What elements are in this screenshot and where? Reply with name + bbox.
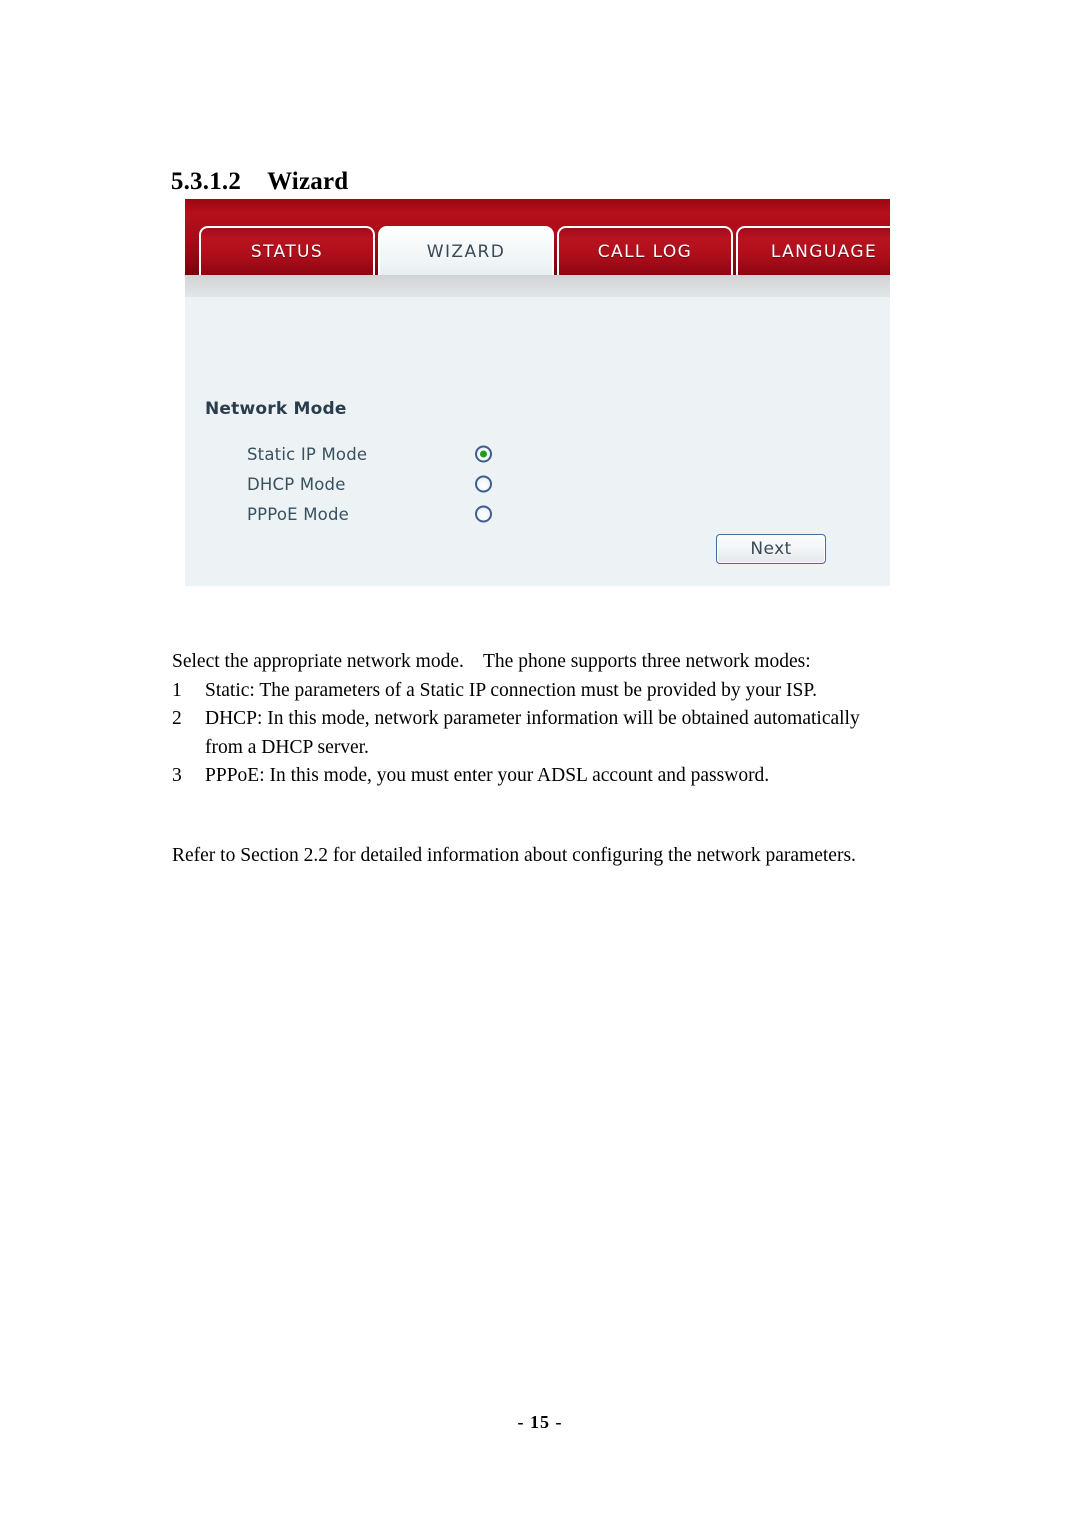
section-title: Wizard [267, 168, 349, 195]
closing-paragraph: Refer to Section 2.2 for detailed inform… [172, 844, 856, 866]
radio-selected-dot-icon [480, 450, 487, 458]
lead-paragraph: Select the appropriate network mode. The… [172, 651, 811, 672]
tab-wizard[interactable]: WIZARD [378, 226, 554, 275]
page-title: 5.3.1.2 Wizard [158, 140, 348, 196]
list-item-text: PPPoE: In this mode, you must enter your… [205, 765, 770, 786]
tab-status[interactable]: STATUS [199, 226, 375, 275]
list-item-marker: 2 [172, 708, 182, 729]
wizard-form-panel: Network Mode Static IP Mode DHCP Mode PP… [185, 297, 890, 586]
option-dhcp-mode-label: DHCP Mode [247, 474, 346, 494]
list-item-marker: 3 [172, 765, 182, 786]
list-item-text: Static: The parameters of a Static IP co… [205, 679, 817, 701]
next-button[interactable]: Next [716, 534, 826, 564]
radio-pppoe-mode[interactable] [475, 505, 492, 523]
next-button-label: Next [750, 539, 792, 559]
option-static-ip-mode[interactable]: Static IP Mode [247, 441, 607, 467]
tab-list: STATUS WIZARD CALL LOG LANGUAGE [185, 226, 890, 275]
tab-call-log-label: CALL LOG [597, 241, 693, 262]
list-item-marker: 1 [172, 679, 182, 701]
list-item: 2 DHCP: In this mode, network parameter … [172, 705, 890, 762]
radio-dhcp-mode[interactable] [475, 475, 492, 493]
list-item: 3 PPPoE: In this mode, you must enter yo… [172, 762, 890, 791]
network-mode-heading: Network Mode [205, 399, 347, 419]
option-pppoe-mode-label: PPPoE Mode [247, 504, 349, 524]
option-pppoe-mode[interactable]: PPPoE Mode [247, 501, 607, 527]
tab-bar: STATUS WIZARD CALL LOG LANGUAGE [185, 199, 890, 275]
network-modes-list: 1 Static: The parameters of a Static IP … [172, 677, 890, 791]
tab-status-label: STATUS [250, 241, 324, 262]
option-static-ip-mode-label: Static IP Mode [247, 444, 368, 464]
device-web-ui-screenshot: STATUS WIZARD CALL LOG LANGUAGE Network … [185, 199, 890, 586]
tab-language[interactable]: LANGUAGE [736, 226, 890, 275]
tab-language-label: LANGUAGE [770, 241, 878, 262]
list-item: 1 Static: The parameters of a Static IP … [172, 677, 890, 706]
option-dhcp-mode[interactable]: DHCP Mode [247, 471, 607, 497]
tab-call-log[interactable]: CALL LOG [557, 226, 733, 275]
page-number-footer: - 15 - [517, 1412, 563, 1432]
list-item-text: DHCP: In this mode, network parameter in… [205, 708, 860, 758]
radio-static-ip-mode[interactable] [475, 445, 492, 463]
tab-bar-underline [185, 275, 890, 297]
tab-wizard-label: WIZARD [426, 241, 506, 262]
body-copy: Select the appropriate network mode. The… [172, 648, 890, 791]
section-number: 5.3.1.2 [170, 168, 242, 195]
